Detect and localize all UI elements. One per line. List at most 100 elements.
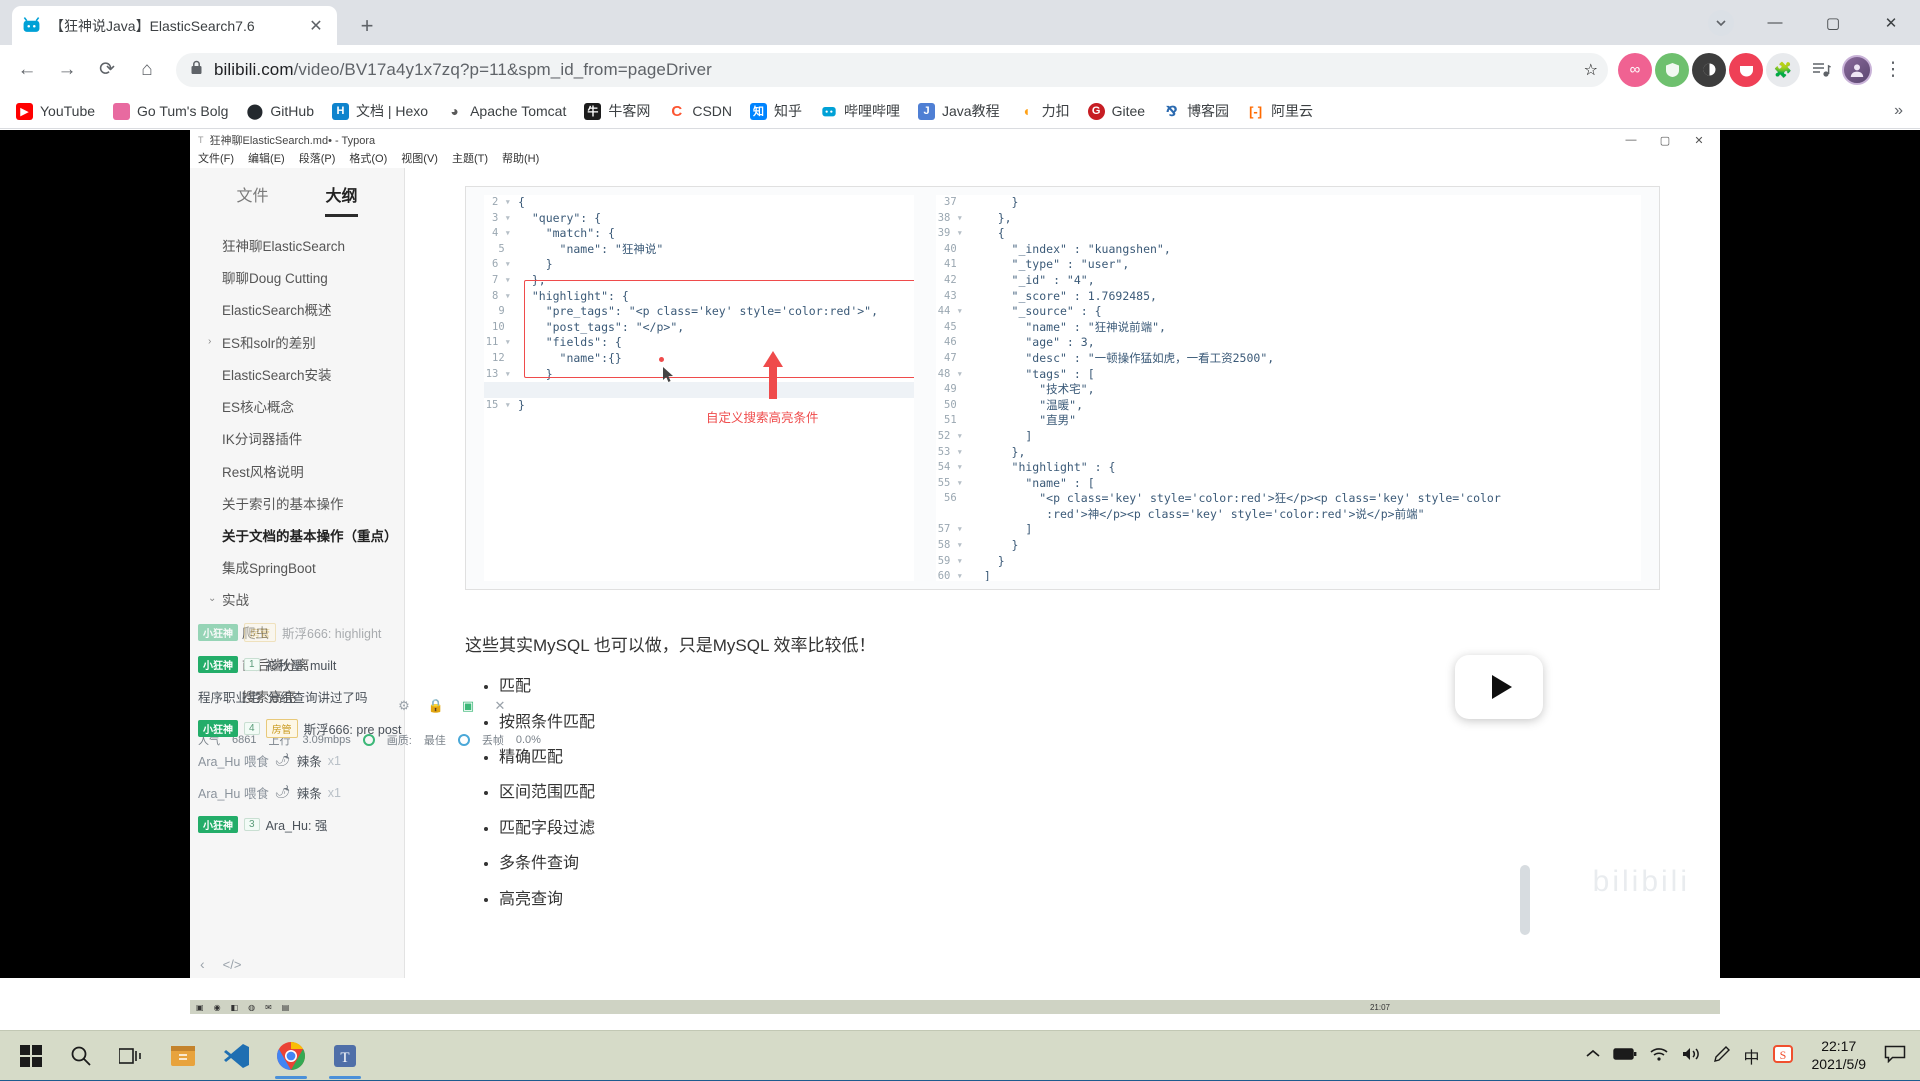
bookmark-item[interactable]: ⬤GitHub — [238, 99, 322, 124]
start-icon[interactable] — [6, 1031, 56, 1081]
sogou-icon[interactable]: S — [1772, 1043, 1794, 1069]
back-icon[interactable]: ← — [8, 51, 46, 89]
dropped-value: 0.0% — [516, 734, 541, 746]
typora-editor[interactable]: 2 ▾{ 3 ▾ "query": { 4 ▾ "match": { 5 "na… — [405, 168, 1720, 978]
typora-icon: T — [198, 135, 204, 145]
scrollbar-thumb[interactable] — [1520, 865, 1530, 935]
line-number: 51 — [936, 413, 970, 429]
bookmark-item[interactable]: JJava教程 — [910, 97, 1008, 125]
floating-player-button[interactable] — [1455, 655, 1543, 719]
outline-item[interactable]: ElasticSearch概述 — [200, 295, 398, 327]
code-text: } — [970, 554, 1641, 570]
prev-page-button[interactable]: ‹ — [200, 956, 205, 972]
address-bar[interactable]: bilibili.com/video/BV17a4y1x7zq?p=11&spm… — [176, 53, 1608, 87]
menu-item-view[interactable]: 视图(V) — [401, 150, 438, 168]
reload-icon[interactable]: ⟳ — [88, 51, 126, 89]
menu-item-file[interactable]: 文件(F) — [198, 150, 234, 168]
ime-icon[interactable]: 中 — [1743, 1044, 1759, 1068]
close-icon[interactable]: ✕ — [491, 697, 509, 715]
forward-icon[interactable]: → — [48, 51, 86, 89]
bookmark-item[interactable]: H文档 | Hexo — [324, 97, 436, 125]
wifi-icon[interactable] — [1649, 1046, 1669, 1066]
menu-item-theme[interactable]: 主题(T) — [452, 150, 488, 168]
taskbar-clock[interactable]: 22:17 2021/5/9 — [1806, 1038, 1873, 1073]
pocket-icon[interactable] — [1729, 53, 1763, 87]
line-number: 56 — [936, 491, 970, 507]
new-tab-button[interactable]: + — [352, 11, 382, 41]
chevron-down-icon[interactable] — [1708, 10, 1734, 36]
menu-item-edit[interactable]: 编辑(E) — [248, 150, 285, 168]
bookmark-item[interactable]: ▶YouTube — [8, 99, 103, 124]
code-line: 7 ▾ }, — [484, 273, 914, 289]
code-line: 51 "直男" — [936, 413, 1641, 429]
volume-icon[interactable] — [1681, 1046, 1701, 1066]
task-view-icon[interactable] — [106, 1031, 156, 1081]
bilibili-icon — [22, 16, 41, 35]
outline-label: 关于索引的基本操作 — [222, 497, 344, 512]
code-text: "温暖", — [970, 398, 1641, 414]
bookmark-item[interactable]: 知知乎 — [742, 97, 810, 125]
profile-avatar[interactable] — [1842, 55, 1872, 85]
home-icon[interactable]: ⌂ — [128, 51, 166, 89]
code-text: "fields": { — [518, 335, 914, 351]
close-button[interactable]: ✕ — [1682, 130, 1716, 150]
puzzle-icon[interactable]: 🧩 — [1766, 53, 1800, 87]
menu-item-help[interactable]: 帮助(H) — [502, 150, 539, 168]
pen-icon[interactable] — [1713, 1045, 1731, 1067]
chevron-right-icon[interactable]: › — [208, 335, 211, 349]
outline-item[interactable]: 聊聊Doug Cutting — [200, 263, 398, 295]
tab-files[interactable]: 文件 — [236, 182, 268, 217]
bookmark-item[interactable]: GGitee — [1080, 99, 1153, 124]
outline-item[interactable]: ES核心概念 — [200, 392, 398, 424]
search-icon[interactable] — [56, 1031, 106, 1081]
browser-tab[interactable]: 【狂神说Java】ElasticSearch7.6 ✕ — [12, 6, 337, 45]
bookmark-label: CSDN — [692, 103, 732, 119]
outline-item[interactable]: ›ES和solr的差别 — [200, 328, 398, 360]
taskbar-app-vscode[interactable] — [210, 1031, 264, 1081]
infinity-icon[interactable]: ∞ — [1618, 53, 1652, 87]
menu-item-format[interactable]: 格式(O) — [349, 150, 387, 168]
bookmarks-overflow-button[interactable]: » — [1885, 99, 1912, 123]
notification-icon[interactable] — [1884, 1045, 1906, 1067]
close-window-button[interactable]: ✕ — [1862, 0, 1920, 45]
close-icon[interactable]: ✕ — [305, 15, 327, 37]
outline-item[interactable]: 集成SpringBoot — [200, 553, 398, 585]
menu-item-paragraph[interactable]: 段落(P) — [299, 150, 336, 168]
outline-item[interactable]: ElasticSearch安装 — [200, 360, 398, 392]
chevron-up-icon[interactable] — [1585, 1047, 1601, 1064]
maximize-button[interactable]: ▢ — [1648, 130, 1682, 150]
bookmark-item[interactable]: ◕Apache Tomcat — [438, 99, 574, 124]
battery-icon[interactable] — [1613, 1047, 1637, 1065]
dark-reader-icon[interactable] — [1692, 53, 1726, 87]
maximize-button[interactable]: ▢ — [1804, 0, 1862, 45]
tab-outline[interactable]: 大纲 — [325, 182, 357, 217]
minimize-button[interactable]: — — [1614, 130, 1648, 150]
bookmark-item[interactable]: 哔哩哔哩 — [812, 97, 908, 125]
shield-icon[interactable] — [1655, 53, 1689, 87]
taskbar-app-store[interactable] — [156, 1031, 210, 1081]
bookmark-item[interactable]: Go Tum's Bolg — [105, 99, 236, 124]
line-number — [936, 507, 970, 523]
minimize-button[interactable]: — — [1746, 0, 1804, 45]
bookmark-item[interactable]: 牛牛客网 — [576, 97, 658, 125]
bookmark-item[interactable]: ⅋博客园 — [1155, 97, 1237, 125]
bookmark-item[interactable]: ◖力扣 — [1010, 97, 1078, 125]
chrome-browser-window: 【狂神说Java】ElasticSearch7.6 ✕ + — ▢ ✕ ← → … — [0, 0, 1920, 1030]
bookmark-item[interactable]: [-]阿里云 — [1239, 97, 1321, 125]
outline-item[interactable]: IK分词器插件 — [200, 424, 398, 456]
outline-item[interactable]: 关于索引的基本操作 — [200, 489, 398, 521]
bookmark-star-icon[interactable]: ☆ — [1584, 60, 1598, 80]
outline-item[interactable]: Rest风格说明 — [200, 457, 398, 489]
media-list-icon[interactable] — [1802, 51, 1840, 89]
chevron-down-icon[interactable]: ⌄ — [208, 592, 216, 606]
code-line: 48 ▾ "tags" : [ — [936, 367, 1641, 383]
taskbar-app-typora[interactable]: T — [318, 1031, 372, 1081]
outline-item-active[interactable]: 关于文档的基本操作（重点） — [200, 521, 398, 553]
kebab-menu-icon[interactable]: ⋮ — [1874, 51, 1912, 89]
outline-item[interactable]: 狂神聊ElasticSearch — [200, 231, 398, 263]
bookmark-label: GitHub — [270, 103, 314, 119]
taskbar-app-chrome[interactable] — [264, 1031, 318, 1081]
bookmark-item[interactable]: CCSDN — [660, 99, 740, 124]
code-text: "直男" — [970, 413, 1641, 429]
code-view-button[interactable]: </> — [223, 957, 242, 972]
